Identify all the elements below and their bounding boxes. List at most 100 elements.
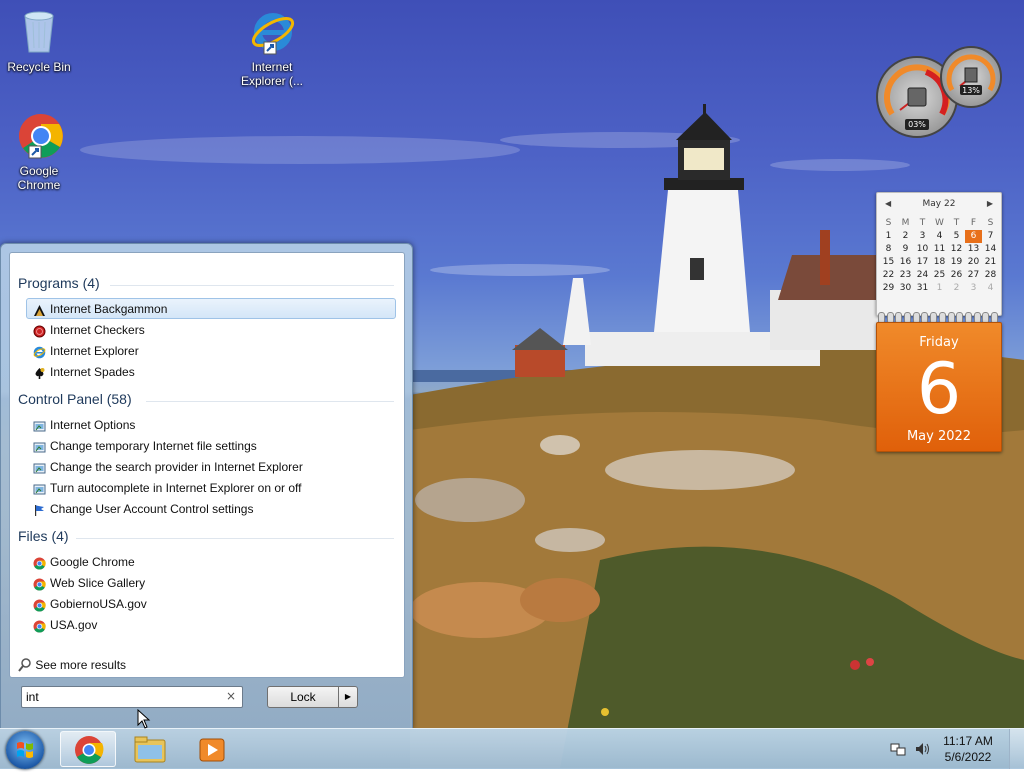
calendar-day-cell[interactable]: 3 xyxy=(914,230,931,243)
calendar-day-cell[interactable]: 2 xyxy=(948,282,965,295)
search-result-label: GobiernoUSA.gov xyxy=(50,597,147,611)
calendar-day-cell[interactable]: 4 xyxy=(931,230,948,243)
search-icon xyxy=(18,658,31,672)
calendar-day-cell[interactable]: 10 xyxy=(914,243,931,256)
calendar-day-cell[interactable]: 22 xyxy=(880,269,897,282)
calendar-month-year: May 2022 xyxy=(906,429,972,444)
search-result-label: Internet Options xyxy=(50,418,136,432)
network-icon[interactable] xyxy=(890,741,906,757)
start-button[interactable] xyxy=(6,731,44,769)
taskbar-explorer-button[interactable] xyxy=(122,731,178,767)
search-result-label: Change User Account Control settings xyxy=(50,502,254,516)
group-title-programs: Programs (4) xyxy=(18,275,100,291)
calendar-day-cell[interactable]: 3 xyxy=(965,282,982,295)
clock-time: 11:17 AM xyxy=(943,734,993,748)
search-result-item[interactable]: Change the search provider in Internet E… xyxy=(26,456,396,477)
divider xyxy=(146,401,394,402)
search-result-label: Google Chrome xyxy=(50,555,135,569)
calendar-day-cell[interactable]: 16 xyxy=(897,256,914,269)
calendar-day-view: Friday 6 May 2022 xyxy=(876,322,1002,452)
taskbar-clock[interactable]: 11:17 AM 5/6/2022 xyxy=(938,733,998,765)
desktop-icon-internet-explorer[interactable]: Internet Explorer (... xyxy=(234,8,310,88)
search-result-item[interactable]: Internet Backgammon xyxy=(26,298,396,319)
desktop-icon-google-chrome[interactable]: Google Chrome xyxy=(1,112,77,192)
search-result-item[interactable]: Change temporary Internet file settings xyxy=(26,435,396,456)
taskbar-chrome-button[interactable] xyxy=(60,731,116,767)
search-result-item[interactable]: Change User Account Control settings xyxy=(26,498,396,519)
calendar-grid: S M T W T F S 1 2 3 4 5 6 7 8 9 10 11 12 13 14 15 16 17 18 19 20 21… xyxy=(880,217,998,295)
search-result-item[interactable]: Internet Spades xyxy=(26,361,396,382)
chrome-icon xyxy=(33,619,46,633)
power-options-arrow-icon[interactable]: ▶ xyxy=(338,686,358,708)
calendar-day-cell[interactable]: 23 xyxy=(897,269,914,282)
search-result-item[interactable]: Internet Explorer xyxy=(26,340,396,361)
calendar-day-cell[interactable]: 25 xyxy=(931,269,948,282)
calendar-day-cell[interactable]: 27 xyxy=(965,269,982,282)
checkers-icon xyxy=(33,324,46,338)
calendar-day-cell[interactable]: 6 xyxy=(965,230,982,243)
taskbar-media-player-button[interactable] xyxy=(184,731,240,767)
calendar-day-cell[interactable]: 12 xyxy=(948,243,965,256)
chrome-icon xyxy=(33,577,46,591)
desktop-icon-label: Google Chrome xyxy=(17,164,61,192)
calendar-day-cell[interactable]: 11 xyxy=(931,243,948,256)
calendar-day-cell[interactable]: 4 xyxy=(982,282,999,295)
calendar-day-cell[interactable]: 21 xyxy=(982,256,999,269)
calendar-day-cell[interactable]: 26 xyxy=(948,269,965,282)
calendar-day-cell[interactable]: 31 xyxy=(914,282,931,295)
see-more-results-link[interactable]: See more results xyxy=(18,658,126,672)
start-search-input[interactable] xyxy=(26,689,216,705)
calendar-day-number: 6 xyxy=(916,348,962,430)
calendar-weekday-header: T xyxy=(919,218,926,228)
search-result-item[interactable]: Web Slice Gallery xyxy=(26,572,396,593)
search-result-item[interactable]: USA.gov xyxy=(26,614,396,635)
desktop-icon-recycle-bin[interactable]: Recycle Bin xyxy=(1,8,77,74)
calendar-day-cell[interactable]: 13 xyxy=(965,243,982,256)
chrome-icon xyxy=(33,598,46,612)
calendar-day-cell[interactable]: 9 xyxy=(897,243,914,256)
internet-explorer-icon xyxy=(33,345,46,359)
memory-gauge: 13% xyxy=(940,46,1002,108)
calendar-day-cell[interactable]: 28 xyxy=(982,269,999,282)
backgammon-icon xyxy=(33,303,46,316)
control-panel-icon xyxy=(33,482,46,495)
next-month-icon[interactable]: ▶ xyxy=(987,199,993,208)
start-search-box[interactable]: × xyxy=(21,686,243,708)
calendar-gadget[interactable]: ◀ May 22 ▶ S M T W T F S 1 2 3 4 5 6 7 8 9 10 11 12 13 14 15 1… xyxy=(876,192,1002,452)
calendar-day-cell[interactable]: 30 xyxy=(897,282,914,295)
taskbar: 11:17 AM 5/6/2022 xyxy=(0,728,1024,769)
chrome-icon xyxy=(75,736,104,764)
lock-button[interactable]: Lock xyxy=(267,686,339,708)
calendar-day-cell[interactable]: 7 xyxy=(982,230,999,243)
calendar-day-cell[interactable]: 17 xyxy=(914,256,931,269)
search-result-label: Internet Checkers xyxy=(50,323,145,337)
start-menu: Programs (4) Internet Backgammon Internet… xyxy=(0,243,413,729)
calendar-day-cell[interactable]: 14 xyxy=(982,243,999,256)
calendar-day-cell[interactable]: 1 xyxy=(880,230,897,243)
cpu-usage-readout: 03% xyxy=(908,120,926,129)
search-result-item[interactable]: GobiernoUSA.gov xyxy=(26,593,396,614)
search-results-pane: Programs (4) Internet Backgammon Internet… xyxy=(9,252,405,678)
search-result-item[interactable]: Google Chrome xyxy=(26,551,396,572)
calendar-day-cell[interactable]: 29 xyxy=(880,282,897,295)
calendar-day-cell[interactable]: 18 xyxy=(931,256,948,269)
calendar-day-cell[interactable]: 2 xyxy=(897,230,914,243)
volume-icon[interactable] xyxy=(914,741,930,757)
windows-logo-icon xyxy=(17,742,33,758)
calendar-month-header: May 22 xyxy=(922,199,956,209)
memory-usage-readout: 13% xyxy=(962,86,980,95)
calendar-day-cell[interactable]: 15 xyxy=(880,256,897,269)
calendar-day-cell[interactable]: 24 xyxy=(914,269,931,282)
search-result-item[interactable]: Internet Options xyxy=(26,414,396,435)
search-result-label: Internet Spades xyxy=(50,365,135,379)
calendar-day-cell[interactable]: 19 xyxy=(948,256,965,269)
search-result-item[interactable]: Turn autocomplete in Internet Explorer o… xyxy=(26,477,396,498)
search-result-item[interactable]: Internet Checkers xyxy=(26,319,396,340)
calendar-day-cell[interactable]: 5 xyxy=(948,230,965,243)
show-desktop-button[interactable] xyxy=(1009,729,1024,769)
calendar-day-cell[interactable]: 1 xyxy=(931,282,948,295)
calendar-day-cell[interactable]: 20 xyxy=(965,256,982,269)
control-panel-icon xyxy=(33,461,46,474)
calendar-day-cell[interactable]: 8 xyxy=(880,243,897,256)
clear-search-icon[interactable]: × xyxy=(226,689,236,703)
